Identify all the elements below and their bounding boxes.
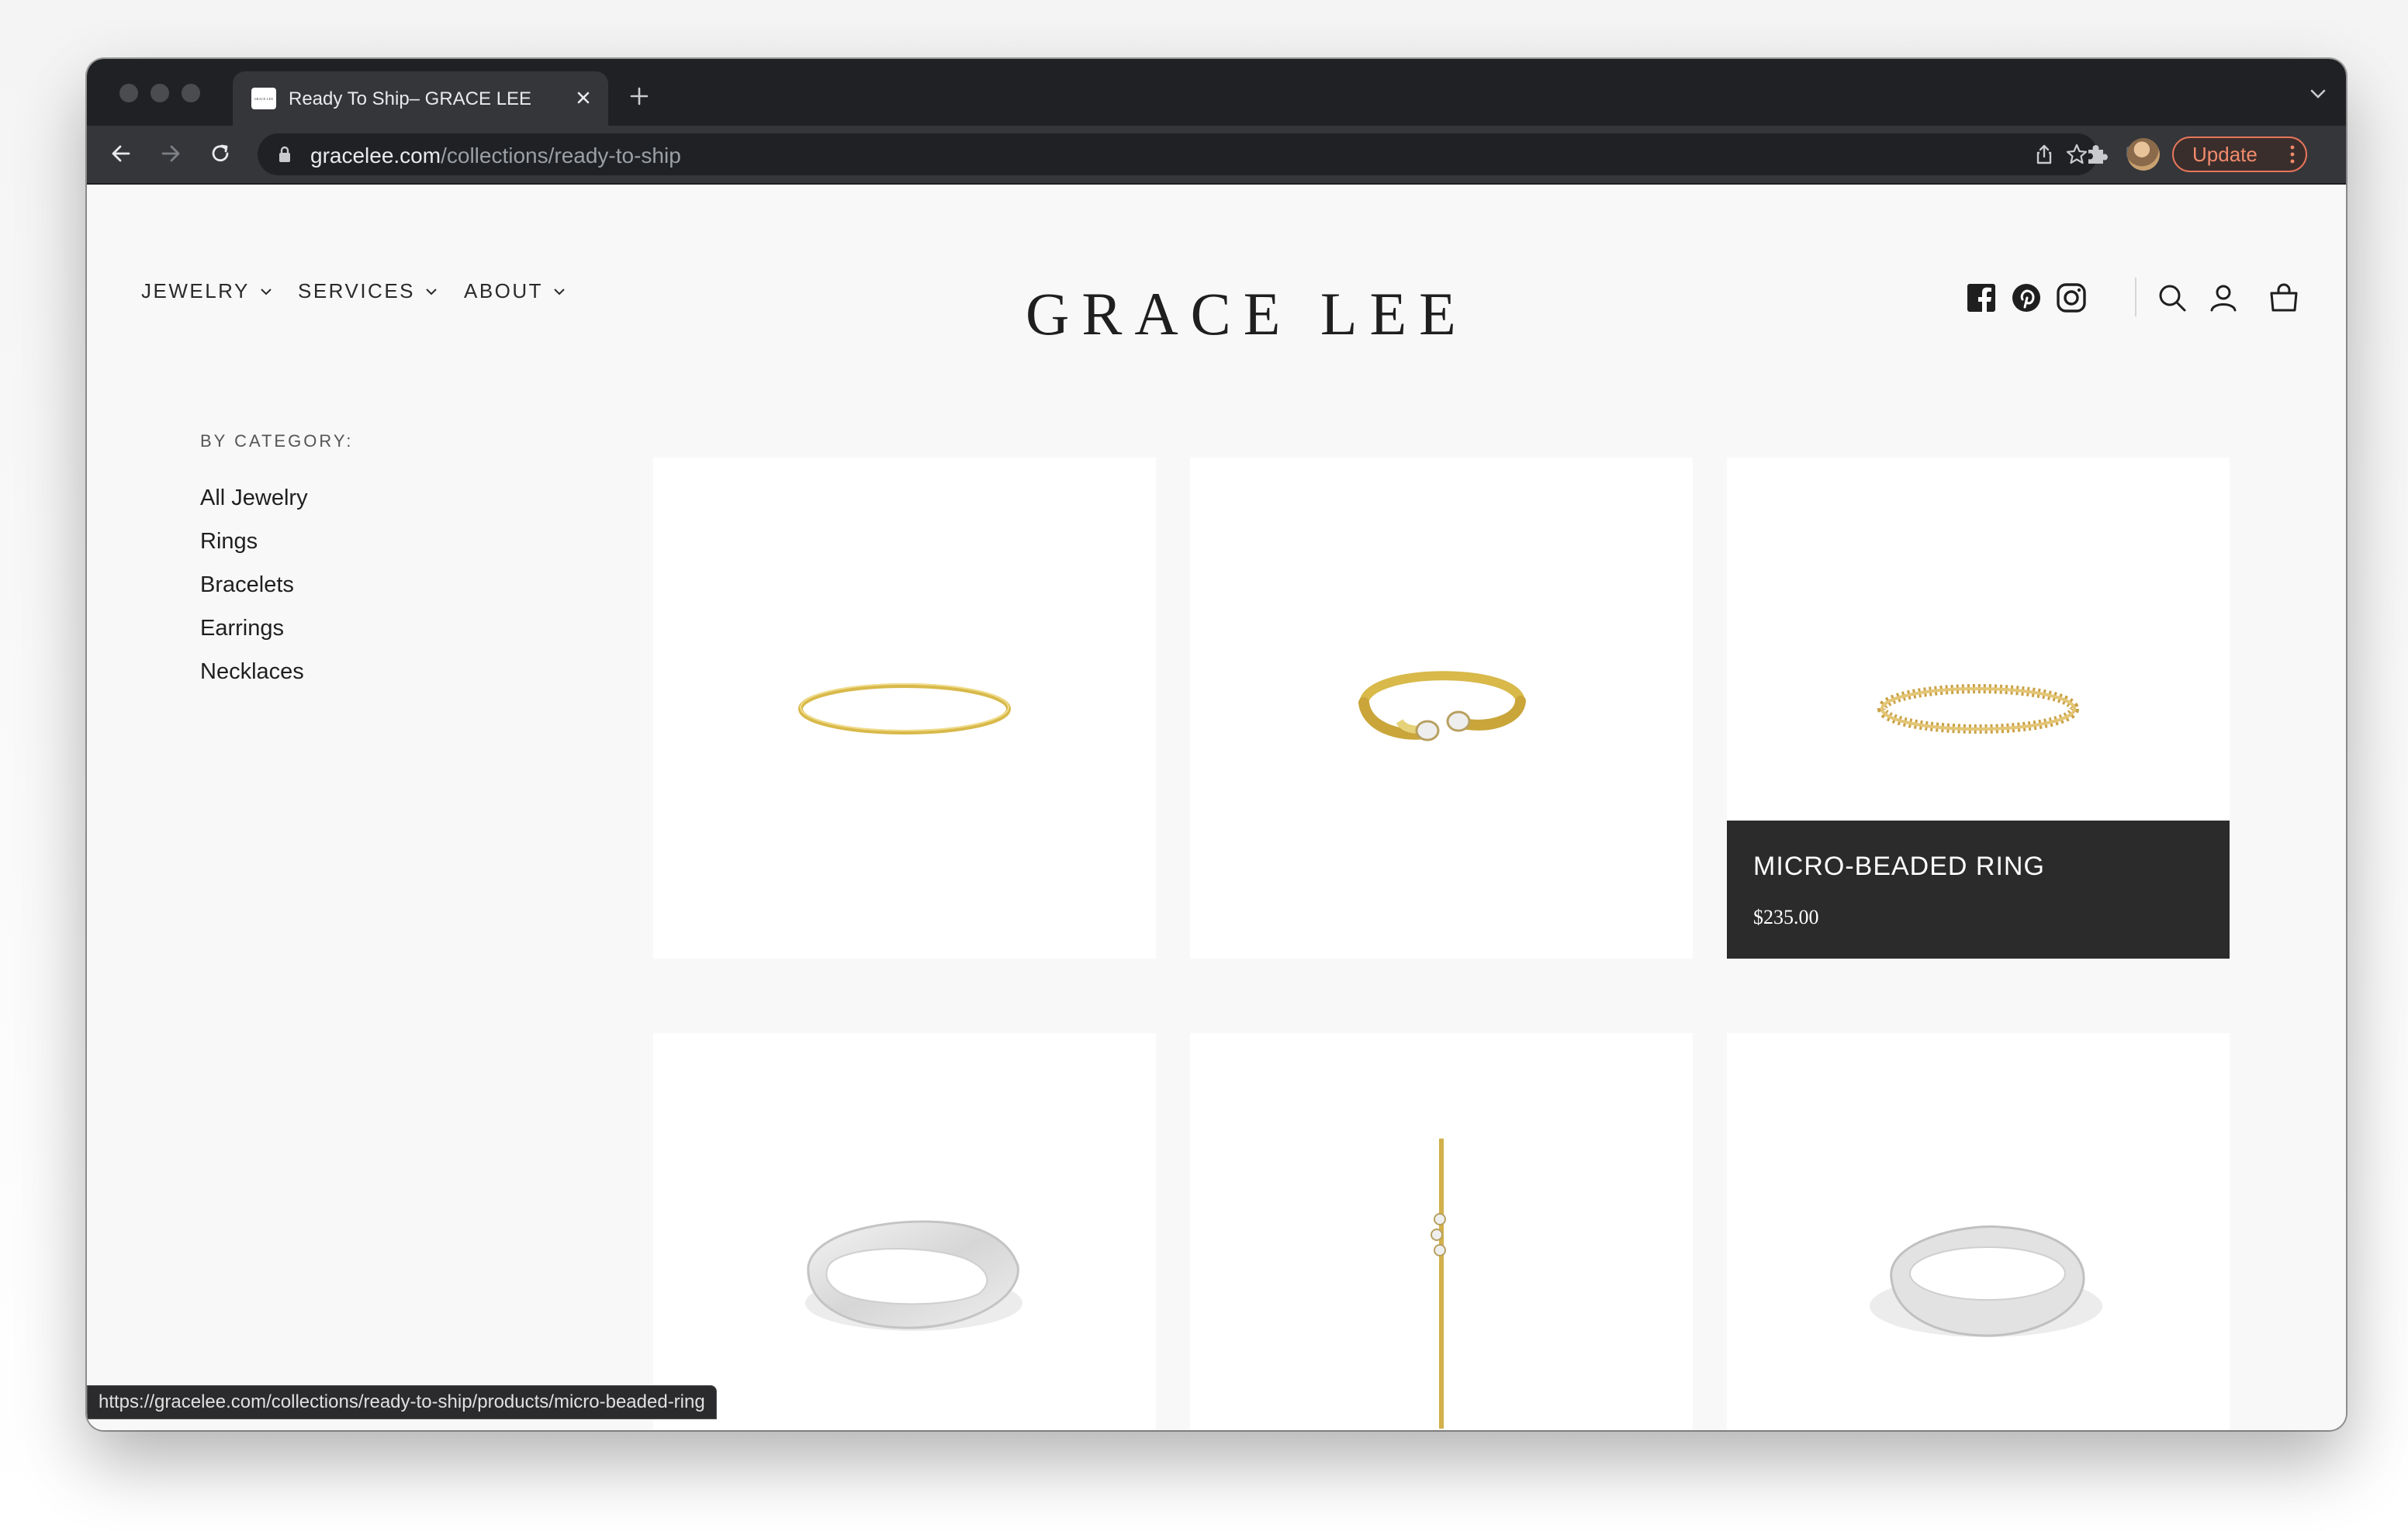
favicon-icon: GRACE LEE <box>251 88 276 109</box>
nav-jewelry[interactable]: JEWELRY <box>141 279 273 303</box>
product-image-thin-band <box>798 683 1011 734</box>
url-text[interactable]: gracelee.com/collections/ready-to-ship <box>310 143 681 168</box>
product-card[interactable] <box>653 1033 1156 1430</box>
category-earrings[interactable]: Earrings <box>200 616 284 641</box>
tab-strip: GRACE LEE Ready To Ship– GRACE LEE <box>87 59 2346 126</box>
product-hover-overlay[interactable]: MICRO-BEADED RING $235.00 <box>1727 821 2230 959</box>
profile-avatar[interactable] <box>2127 138 2160 171</box>
product-image-clear-resin-ring <box>805 1220 1022 1331</box>
nav-services-label: SERVICES <box>298 279 416 302</box>
pinterest-icon[interactable] <box>2009 281 2043 315</box>
shopping-bag-icon[interactable] <box>2267 281 2301 315</box>
product-image-bar-earring <box>1431 1139 1446 1429</box>
lock-icon[interactable] <box>278 146 292 163</box>
instagram-icon[interactable] <box>2054 281 2088 315</box>
product-name[interactable]: MICRO-BEADED RING <box>1753 852 2045 882</box>
new-tab-icon[interactable] <box>627 84 652 109</box>
url-domain: gracelee.com <box>310 143 441 168</box>
category-necklaces[interactable]: Necklaces <box>200 659 304 685</box>
category-rings[interactable]: Rings <box>200 529 258 555</box>
category-all-jewelry[interactable]: All Jewelry <box>200 486 308 511</box>
tab-search-chevron-icon[interactable] <box>2307 85 2329 102</box>
tab-ready-to-ship[interactable]: GRACE LEE Ready To Ship– GRACE LEE <box>233 71 608 126</box>
site-logo[interactable]: GRACE LEE <box>1026 284 1456 344</box>
chevron-down-icon <box>426 288 437 295</box>
maximize-window-button[interactable] <box>182 84 200 102</box>
reload-icon[interactable] <box>206 140 234 168</box>
address-bar[interactable]: gracelee.com/collections/ready-to-ship <box>258 133 2098 175</box>
puzzle-extensions-icon[interactable] <box>2084 141 2110 168</box>
chevron-down-icon <box>261 288 272 295</box>
more-menu-icon[interactable] <box>2290 144 2295 164</box>
tab-title: Ready To Ship– GRACE LEE <box>289 88 532 109</box>
browser-window: GRACE LEE Ready To Ship– GRACE LEE grace… <box>87 59 2346 1430</box>
link-status-bar: https://gracelee.com/collections/ready-t… <box>87 1385 717 1419</box>
chevron-down-icon <box>554 288 565 295</box>
category-heading: BY CATEGORY: <box>200 431 354 451</box>
nav-about-label: ABOUT <box>464 279 544 302</box>
product-card-micro-beaded-ring[interactable]: MICRO-BEADED RING $235.00 <box>1727 458 2230 959</box>
close-tab-icon[interactable] <box>573 87 594 109</box>
facebook-icon[interactable] <box>1964 281 1998 315</box>
header-divider <box>2135 278 2136 316</box>
product-card[interactable] <box>1190 1033 1693 1430</box>
close-window-button[interactable] <box>119 84 138 102</box>
browser-toolbar: gracelee.com/collections/ready-to-ship U… <box>87 126 2346 185</box>
back-arrow-icon[interactable] <box>107 140 135 168</box>
share-icon[interactable] <box>2033 143 2056 166</box>
product-card[interactable] <box>1727 1033 2230 1430</box>
product-image-clear-band-ring <box>1870 1225 2102 1337</box>
web-page: JEWELRY SERVICES ABOUT GRACE LEE BY CATE… <box>87 185 2346 1430</box>
product-price: $235.00 <box>1753 906 1819 928</box>
minimize-window-button[interactable] <box>150 84 169 102</box>
category-bracelets[interactable]: Bracelets <box>200 572 294 598</box>
url-path: /collections/ready-to-ship <box>441 143 681 168</box>
product-image-open-cuff-ring <box>1358 671 1526 741</box>
nav-services[interactable]: SERVICES <box>298 279 438 303</box>
search-icon[interactable] <box>2155 281 2189 315</box>
nav-jewelry-label: JEWELRY <box>141 279 250 302</box>
product-card[interactable] <box>653 458 1156 959</box>
forward-arrow-icon[interactable] <box>157 140 185 168</box>
product-card[interactable] <box>1190 458 1693 959</box>
nav-about[interactable]: ABOUT <box>464 279 566 303</box>
update-label: Update <box>2192 143 2258 166</box>
account-icon[interactable] <box>2206 281 2240 315</box>
update-button[interactable]: Update <box>2172 137 2307 172</box>
